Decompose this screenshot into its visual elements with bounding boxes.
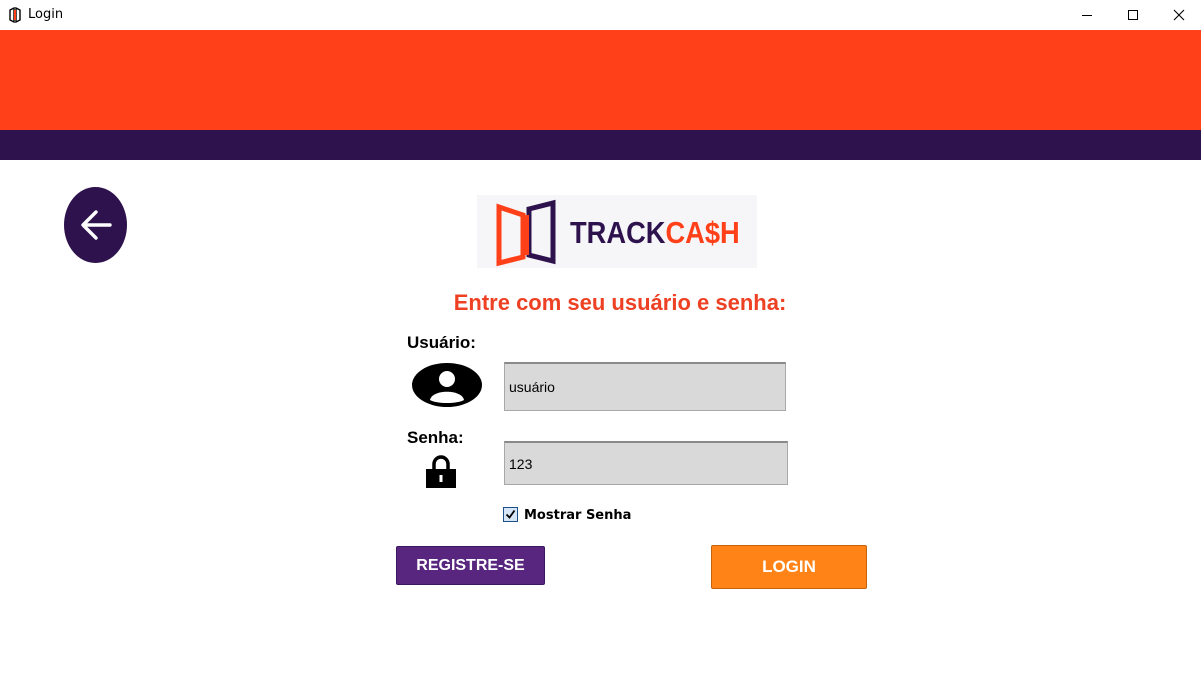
register-button[interactable]: REGISTRE-SE	[396, 546, 545, 585]
login-button[interactable]: LOGIN	[711, 545, 867, 589]
password-input[interactable]	[504, 441, 788, 485]
show-password-checkbox[interactable]	[503, 507, 518, 522]
username-label: Usuário:	[407, 333, 476, 352]
trackcash-logo: TRACKCA$H	[477, 195, 757, 268]
header-purple-band	[0, 130, 1201, 160]
close-button[interactable]	[1156, 0, 1201, 30]
logo-cash-text: CA$H	[665, 215, 740, 250]
login-heading: Entre com seu usuário e senha:	[453, 290, 787, 315]
close-icon	[1173, 9, 1185, 21]
logo-wordmark: TRACKCA$H	[570, 215, 740, 251]
window-title-bar: Login	[0, 0, 1201, 30]
minimize-icon	[1082, 15, 1092, 16]
password-label: Senha:	[407, 428, 464, 447]
show-password-label[interactable]: Mostrar Senha	[524, 508, 631, 523]
username-input[interactable]	[504, 362, 786, 411]
minimize-button[interactable]	[1064, 0, 1110, 30]
logo-track-text: TRACK	[570, 215, 666, 250]
user-icon	[412, 363, 482, 407]
maximize-button[interactable]	[1110, 0, 1156, 30]
back-button[interactable]	[64, 187, 127, 263]
app-icon	[9, 7, 21, 23]
arrow-left-icon	[80, 210, 112, 240]
lock-icon	[426, 455, 456, 488]
window-title: Login	[28, 7, 64, 22]
logo-door-icon	[496, 199, 556, 267]
header-orange-band	[0, 30, 1201, 130]
checkmark-icon	[505, 509, 516, 519]
maximize-icon	[1128, 10, 1138, 20]
